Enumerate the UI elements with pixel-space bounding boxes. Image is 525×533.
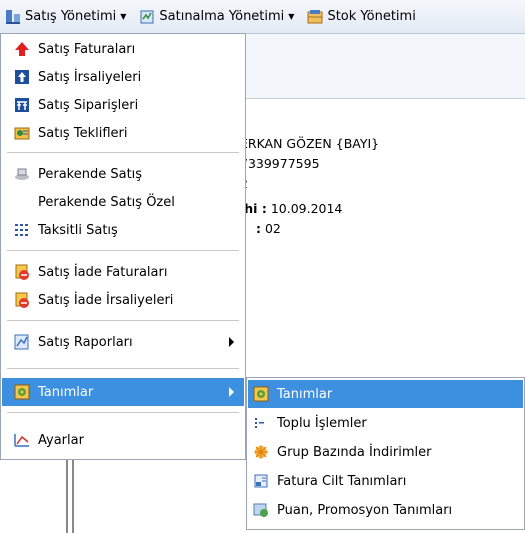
submenu-item-label: Puan, Promosyon Tanımları bbox=[277, 502, 453, 518]
return-invoice-icon bbox=[14, 264, 30, 280]
settings-chart-icon bbox=[14, 432, 30, 448]
submenu-item-label: Fatura Cilt Tanımları bbox=[277, 473, 407, 489]
menubar-purchase-label: Satınalma Yönetimi bbox=[159, 9, 285, 24]
menu-item-label: Satış İrsaliyeleri bbox=[38, 69, 142, 85]
menu-item-label: Tanımlar bbox=[38, 384, 94, 400]
menu-item-sales-reports[interactable]: Satış Raporları bbox=[2, 328, 244, 356]
menubar-purchase[interactable]: Satınalma Yönetimi ▼ bbox=[136, 0, 298, 33]
menu-separator bbox=[7, 152, 239, 153]
promotion-icon bbox=[253, 502, 269, 518]
chevron-down-icon: ▼ bbox=[120, 12, 127, 21]
customer-phone: 7339977595 bbox=[240, 156, 320, 171]
menubar-sales-label: Satış Yönetimi bbox=[25, 9, 117, 24]
menu-item-retail-sales[interactable]: Perakende Satış bbox=[2, 160, 244, 188]
menu-item-label: Taksitli Satış bbox=[38, 222, 118, 238]
orders-icon bbox=[14, 97, 30, 113]
menu-item-installment-sales[interactable]: Taksitli Satış bbox=[2, 216, 244, 244]
menu-separator bbox=[7, 250, 239, 251]
menu-item-sales-dispatch[interactable]: Satış İrsaliyeleri bbox=[2, 63, 244, 91]
submenu-item-label: Grup Bazında İndirimler bbox=[277, 444, 432, 460]
menu-item-sales-offers[interactable]: Satış Teklifleri bbox=[2, 119, 244, 147]
definitions-icon bbox=[253, 386, 269, 402]
submenu-item-invoice-binder[interactable]: Fatura Cilt Tanımları bbox=[248, 467, 523, 495]
menu-item-label: Satış İade İrsaliyeleri bbox=[38, 292, 174, 308]
dispatch-note-icon bbox=[14, 69, 30, 85]
menu-item-label: Satış Faturaları bbox=[38, 41, 136, 57]
toolbar-strip bbox=[240, 34, 525, 99]
submenu-item-label: Toplu İşlemler bbox=[277, 415, 367, 431]
date-value: 10.09.2014 bbox=[270, 201, 343, 216]
submenu-item-group-discounts[interactable]: Grup Bazında İndirimler bbox=[248, 438, 523, 466]
menu-separator bbox=[7, 412, 239, 413]
customer-name: ERKAN GÖZEN {BAYI} bbox=[240, 136, 380, 151]
menu-separator bbox=[7, 320, 239, 321]
menu-item-retail-sales-special[interactable]: Perakende Satış Özel bbox=[2, 188, 244, 216]
return-dispatch-icon bbox=[14, 292, 30, 308]
divider bbox=[72, 460, 74, 533]
menu-item-label: Satış Raporları bbox=[38, 334, 133, 350]
bulk-ops-icon bbox=[253, 415, 269, 431]
chevron-down-icon: ▼ bbox=[288, 12, 295, 21]
menu-item-label: Satış İade Faturaları bbox=[38, 264, 168, 280]
menubar-stock-label: Stok Yönetimi bbox=[327, 9, 416, 24]
code-row: : 02 bbox=[256, 221, 281, 236]
sales-icon bbox=[5, 9, 21, 25]
submenu-item-label: Tanımlar bbox=[277, 386, 333, 402]
menubar-stock[interactable]: Stok Yönetimi bbox=[304, 0, 419, 33]
scale-icon bbox=[14, 166, 30, 182]
menu-item-definitions[interactable]: Tanımlar bbox=[2, 378, 244, 406]
offers-icon bbox=[14, 125, 30, 141]
divider bbox=[66, 460, 68, 533]
menu-item-sales-invoices[interactable]: Satış Faturaları bbox=[2, 35, 244, 63]
submenu-item-definitions[interactable]: Tanımlar bbox=[248, 380, 523, 408]
menu-item-label: Satış Siparişleri bbox=[38, 97, 139, 113]
purchase-icon bbox=[139, 9, 155, 25]
menu-item-label: Perakende Satış bbox=[38, 166, 143, 182]
menu-item-settings[interactable]: Ayarlar bbox=[2, 426, 244, 454]
menu-item-sales-return-invoices[interactable]: Satış İade Faturaları bbox=[2, 258, 244, 286]
sales-dropdown-menu: Satış Faturaları Satış İrsaliyeleri Satı… bbox=[0, 33, 246, 460]
code-value: 02 bbox=[264, 221, 281, 236]
submenu-arrow-icon bbox=[229, 387, 234, 397]
submenu-item-points-promotions[interactable]: Puan, Promosyon Tanımları bbox=[248, 496, 523, 524]
stock-icon bbox=[307, 9, 323, 25]
menu-separator bbox=[7, 368, 239, 369]
menu-item-label: Satış Teklifleri bbox=[38, 125, 128, 141]
menubar-sales[interactable]: Satış Yönetimi ▼ bbox=[2, 0, 130, 33]
date-row: ihi : 10.09.2014 bbox=[240, 201, 342, 216]
submenu-item-bulk-operations[interactable]: Toplu İşlemler bbox=[248, 409, 523, 437]
menu-item-sales-orders[interactable]: Satış Siparişleri bbox=[2, 91, 244, 119]
code-label: : bbox=[256, 221, 261, 236]
definitions-icon bbox=[14, 384, 30, 400]
menu-item-label: Perakende Satış Özel bbox=[38, 194, 175, 210]
menu-item-sales-return-dispatch[interactable]: Satış İade İrsaliyeleri bbox=[2, 286, 244, 314]
menu-item-label: Ayarlar bbox=[38, 432, 84, 448]
red-up-arrow-icon bbox=[14, 41, 30, 57]
installment-icon bbox=[14, 222, 30, 238]
discount-icon bbox=[253, 444, 269, 460]
submenu-arrow-icon bbox=[229, 337, 234, 347]
menu-bar: Satış Yönetimi ▼ Satınalma Yönetimi ▼ St… bbox=[0, 0, 525, 34]
report-icon bbox=[14, 334, 30, 350]
invoice-binder-icon bbox=[253, 473, 269, 489]
definitions-submenu: Tanımlar Toplu İşlemler Grup Bazında İnd… bbox=[246, 377, 525, 530]
